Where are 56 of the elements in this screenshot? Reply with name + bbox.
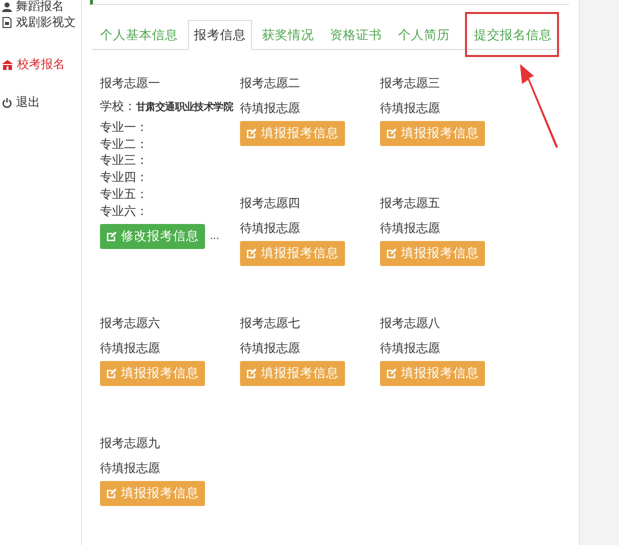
status-text: 待填报志愿: [380, 100, 440, 117]
major-label: 专业六：: [100, 202, 148, 220]
choice-title: 报考志愿六: [100, 315, 160, 332]
fill-button[interactable]: 填报报考信息: [380, 360, 485, 386]
major-label: 专业四：: [100, 169, 148, 186]
edit-icon: [386, 248, 397, 259]
sidebar-item[interactable]: 退出: [2, 94, 40, 111]
major-label: 专业五：: [100, 186, 148, 203]
choice-title: 报考志愿一: [100, 75, 160, 92]
status-text: 待填报志愿: [240, 340, 300, 357]
edit-icon: [106, 368, 117, 379]
sidebar-item[interactable]: 舞蹈报名: [2, 0, 64, 15]
choice-title: 报考志愿八: [380, 315, 440, 332]
school-label: 学校：甘肃交通职业技术学院: [100, 98, 234, 115]
tab[interactable]: 资格证书: [324, 20, 388, 50]
document-icon: [2, 17, 12, 28]
sidebar-item[interactable]: 戏剧影视文: [2, 14, 76, 31]
status-text: 待填报志愿: [380, 340, 440, 357]
power-icon: [2, 98, 12, 108]
tab[interactable]: 提交报名信息: [468, 20, 558, 50]
major-label: 专业三：: [100, 152, 148, 170]
status-text: 待填报志愿: [240, 220, 300, 237]
edit-button[interactable]: 修改报考信息: [100, 224, 205, 249]
choice-title: 报考志愿三: [380, 75, 440, 92]
fill-button[interactable]: 填报报考信息: [380, 120, 485, 146]
tab[interactable]: 个人基本信息: [94, 20, 184, 50]
status-text: 待填报志愿: [100, 340, 160, 357]
fill-button[interactable]: 填报报考信息: [100, 480, 205, 506]
more-text: ...: [210, 230, 220, 242]
choice-title: 报考志愿七: [240, 315, 300, 332]
edit-icon: [246, 248, 257, 259]
choice-title: 报考志愿二: [240, 75, 300, 92]
fill-button[interactable]: 填报报考信息: [240, 120, 345, 146]
fill-button[interactable]: 填报报考信息: [380, 240, 485, 266]
edit-icon: [386, 368, 397, 379]
status-text: 待填报志愿: [100, 460, 160, 477]
tab[interactable]: 个人简历: [392, 20, 456, 50]
major-label: 专业一：: [100, 118, 148, 136]
choice-title: 报考志愿九: [100, 435, 160, 452]
fill-button[interactable]: 填报报考信息: [240, 360, 345, 386]
sidebar-item[interactable]: 校考报名: [2, 56, 65, 73]
fill-button[interactable]: 填报报考信息: [100, 360, 205, 386]
edit-icon: [106, 230, 117, 242]
edit-icon: [106, 488, 117, 499]
tab[interactable]: 获奖情况: [256, 20, 320, 50]
tab[interactable]: 报考信息: [188, 20, 252, 50]
edit-icon: [386, 128, 397, 139]
choice-title: 报考志愿四: [240, 195, 300, 212]
person-icon: [2, 2, 12, 12]
status-text: 待填报志愿: [240, 100, 300, 117]
status-text: 待填报志愿: [380, 220, 440, 237]
fill-button[interactable]: 填报报考信息: [240, 240, 345, 266]
choice-title: 报考志愿五: [380, 195, 440, 212]
edit-icon: [246, 128, 257, 139]
edit-icon: [246, 368, 257, 379]
major-label: 专业二：: [100, 136, 148, 152]
